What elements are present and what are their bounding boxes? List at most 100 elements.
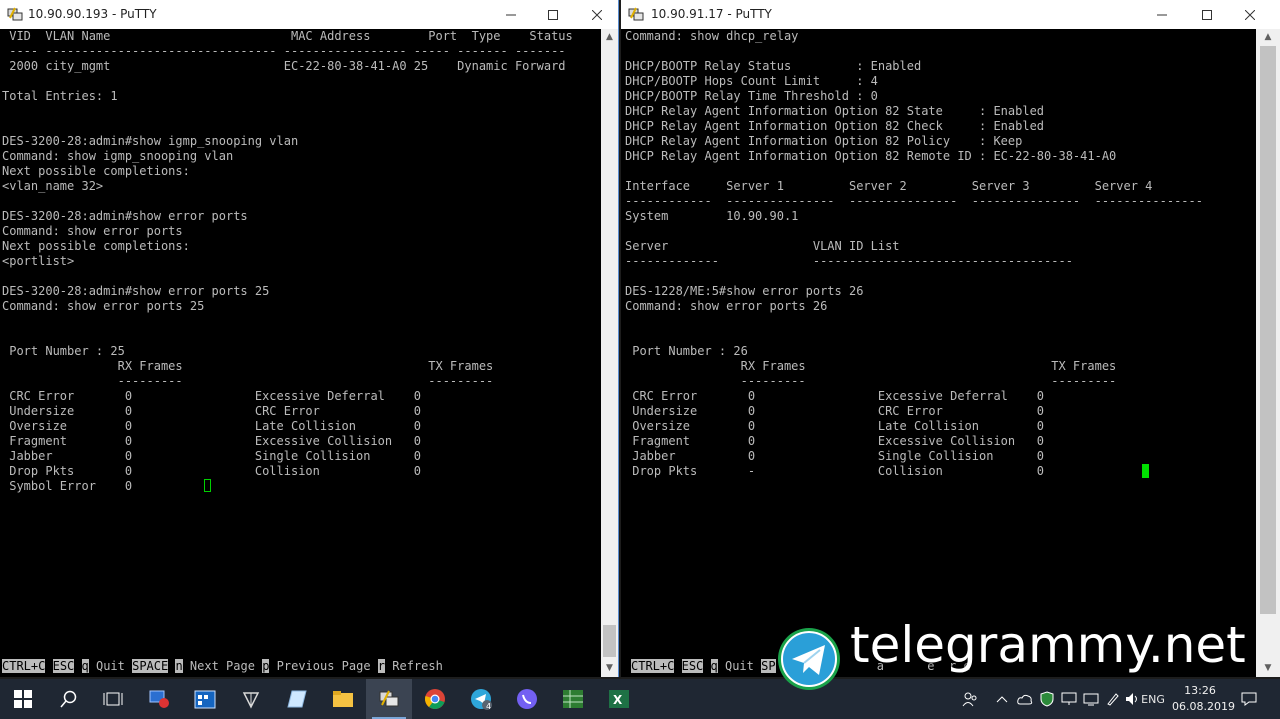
terminal-line: 2000 city_mgmt EC-22-80-38-41-A0 25 Dyna… [2, 59, 566, 73]
terminal-line: DES-3200-28:admin#show igmp_snooping vla… [2, 134, 299, 148]
terminal-line: RX Frames TX Frames [625, 359, 1117, 373]
key-hint-label [74, 659, 81, 673]
terminal-line: Command: show error ports 26 [625, 299, 828, 313]
terminal-line: Drop Pkts 0 Collision 0 [2, 464, 422, 478]
terminal-line: ------------ --------------- -----------… [625, 194, 1203, 208]
telegram-logo-icon [778, 628, 840, 690]
key-hint: SP [761, 659, 776, 673]
close-button[interactable] [574, 0, 618, 29]
terminal-line: Command: show dhcp_relay [625, 29, 799, 43]
terminal-line: --------- --------- [625, 374, 1117, 388]
telegram-icon[interactable]: 4 [458, 679, 504, 719]
watermark-text: telegrammy.net [850, 616, 1246, 674]
terminal-line: CRC Error 0 Excessive Deferral 0 [2, 389, 422, 403]
terminal-line: DHCP Relay Agent Information Option 82 R… [625, 149, 1117, 163]
key-hint: SPACE [132, 659, 169, 673]
file-explorer-icon[interactable] [320, 679, 366, 719]
calendar-app-icon[interactable] [182, 679, 228, 719]
terminal-area[interactable]: CTRL+C ESC q Quit SP ext Pa a e r e Comm… [621, 29, 1256, 677]
scrollbar[interactable]: ▲ ▼ [601, 29, 618, 677]
scrollbar[interactable]: ▲ ▼ [1256, 29, 1280, 677]
spreadsheet-app-icon[interactable] [550, 679, 596, 719]
terminal-line: Symbol Error 0 [2, 479, 133, 493]
key-hint-label [674, 659, 681, 673]
terminal-line: DES-1228/ME:5#show error ports 26 [625, 284, 864, 298]
network-tool-icon[interactable] [228, 679, 274, 719]
minimize-button[interactable] [1139, 0, 1185, 29]
terminal-line: DHCP/BOOTP Relay Status : Enabled [625, 59, 922, 73]
minimize-button[interactable] [488, 0, 534, 29]
clock-date: 06.08.2019 [1172, 700, 1235, 713]
key-hint: r [377, 659, 386, 673]
key-hint: ESC [681, 659, 704, 673]
terminal-area[interactable]: CTRL+C ESC q Quit SPACE n Next Page p Pr… [0, 29, 601, 677]
terminal-line: Oversize 0 Late Collision 0 [2, 419, 422, 433]
key-hint-label: Quit [717, 659, 762, 673]
title-bar[interactable]: 10.90.90.193 - PuTTY [0, 0, 618, 29]
terminal-line: Command: show error ports 25 [2, 299, 205, 313]
key-hint: q [81, 659, 89, 673]
terminal-line: Drop Pkts - Collision 0 [625, 464, 1045, 478]
chrome-icon[interactable] [412, 679, 458, 719]
scrollbar-thumb[interactable] [603, 625, 616, 657]
terminal-line: Next possible completions: [2, 164, 190, 178]
terminal-cursor [1142, 464, 1149, 478]
terminal-line: Port Number : 26 [625, 344, 748, 358]
close-button[interactable] [1227, 0, 1273, 29]
key-hint-label: Previous Page [269, 659, 378, 673]
key-hint: CTRL+C [631, 659, 675, 673]
title-bar[interactable]: 10.90.91.17 - PuTTY [621, 0, 1280, 29]
terminal-line: Jabber 0 Single Collision 0 [625, 449, 1045, 463]
terminal-line: ------------- --------------------------… [625, 254, 1073, 268]
putty-icon [7, 6, 23, 22]
terminal-line: Command: show igmp_snooping vlan [2, 149, 234, 163]
putty-taskbar-icon[interactable] [366, 679, 412, 719]
scrollbar-thumb[interactable] [1260, 46, 1276, 614]
key-hint-label [703, 659, 710, 673]
terminal-line: Port Number : 25 [2, 344, 125, 358]
maximize-button[interactable] [530, 0, 576, 29]
terminal-line: Oversize 0 Late Collision 0 [625, 419, 1045, 433]
terminal-line: DHCP Relay Agent Information Option 82 P… [625, 134, 1023, 148]
terminal-line: <portlist> [2, 254, 75, 268]
terminal-line: --------- --------- [2, 374, 494, 388]
key-hint-label: Quit [88, 659, 133, 673]
network-admin-app-icon[interactable] [136, 679, 182, 719]
excel-icon[interactable]: X [596, 679, 642, 719]
putty-window-right[interactable]: 10.90.91.17 - PuTTY CTRL+C ESC q Quit SP… [621, 0, 1280, 677]
terminal-line: Jabber 0 Single Collision 0 [2, 449, 422, 463]
terminal-line: ---- -------------------------------- --… [2, 44, 566, 58]
scroll-down-arrow-icon[interactable]: ▼ [601, 660, 618, 677]
key-hint: n [175, 659, 183, 673]
maximize-button[interactable] [1184, 0, 1230, 29]
start-button[interactable] [0, 679, 46, 719]
window-title: 10.90.91.17 - PuTTY [651, 7, 772, 21]
svg-text:X: X [613, 693, 623, 707]
viber-icon[interactable] [504, 679, 550, 719]
terminal-line: Undersize 0 CRC Error 0 [2, 404, 422, 418]
key-hint-label: Next Page [182, 659, 263, 673]
scroll-up-arrow-icon[interactable]: ▲ [601, 29, 618, 46]
putty-window-left[interactable]: 10.90.90.193 - PuTTY CTRL+C ESC q Quit S… [0, 0, 619, 677]
terminal-line: Fragment 0 Excessive Collision 0 [625, 434, 1045, 448]
key-hint-label: Refresh [385, 659, 443, 673]
terminal-line: <vlan_name 32> [2, 179, 104, 193]
terminal-line: DES-3200-28:admin#show error ports [2, 209, 248, 223]
terminal-line: Next possible completions: [2, 239, 190, 253]
terminal-line: DHCP Relay Agent Information Option 82 C… [625, 119, 1045, 133]
terminal-line: DHCP/BOOTP Hops Count Limit : 4 [625, 74, 878, 88]
terminal-line: Total Entries: 1 [2, 89, 118, 103]
notepad-icon[interactable] [274, 679, 320, 719]
key-hint: q [710, 659, 718, 673]
terminal-line: Undersize 0 CRC Error 0 [625, 404, 1045, 418]
terminal-footer: CTRL+C ESC q Quit SPACE n Next Page p Pr… [2, 659, 443, 674]
putty-icon [628, 6, 644, 22]
task-view-icon[interactable] [90, 679, 136, 719]
search-icon[interactable] [46, 679, 92, 719]
terminal-line: Command: show error ports [2, 224, 183, 238]
watermark: telegrammy.net [776, 616, 1266, 690]
scroll-up-arrow-icon[interactable]: ▲ [1256, 29, 1280, 46]
terminal-line: DHCP Relay Agent Information Option 82 S… [625, 104, 1045, 118]
terminal-line: VID VLAN Name MAC Address Port Type Stat… [2, 29, 573, 43]
key-hint: CTRL+C [2, 659, 46, 673]
